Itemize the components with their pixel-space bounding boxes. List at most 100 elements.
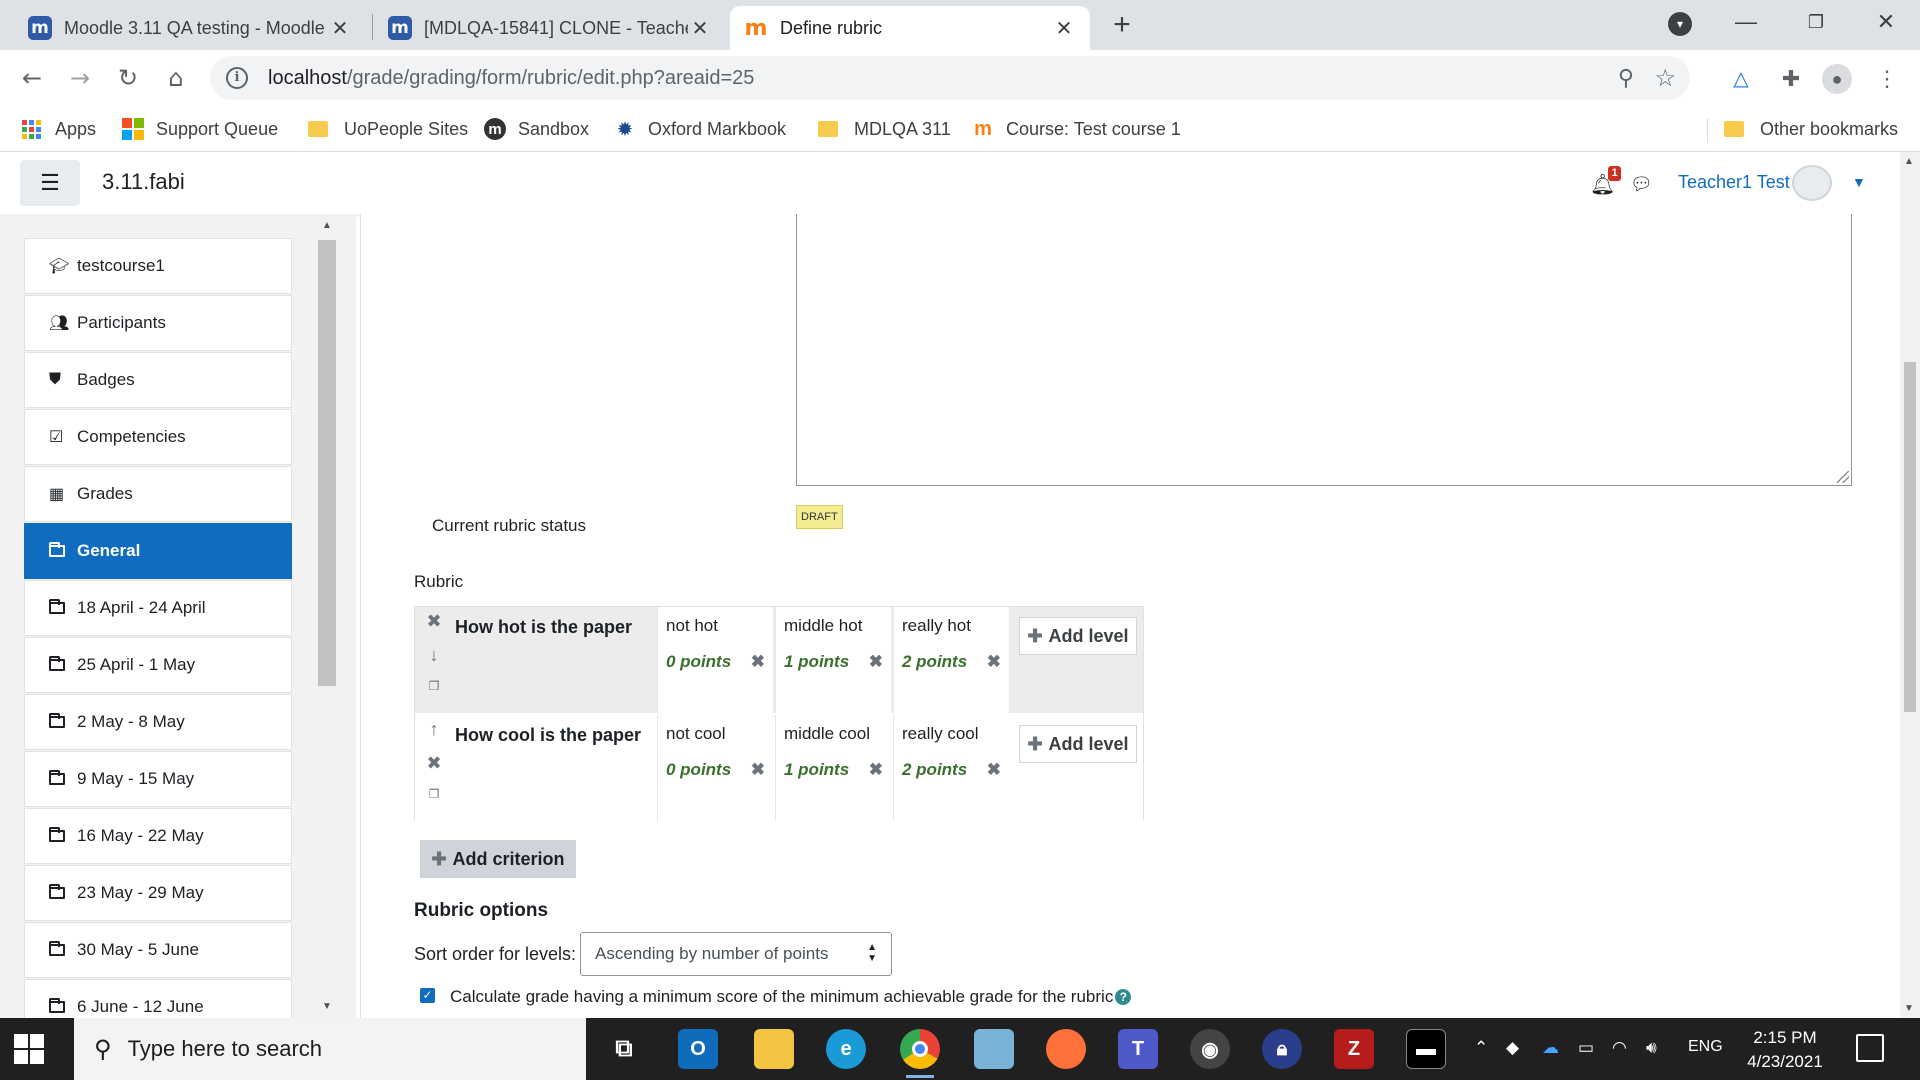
delete-level-icon[interactable]: ✖: [987, 760, 1001, 780]
firefox-icon[interactable]: [1046, 1029, 1086, 1069]
vpn-lock-icon[interactable]: 🔒︎: [1262, 1029, 1302, 1069]
delete-level-icon[interactable]: ✖: [869, 760, 883, 780]
rubric-level[interactable]: not cool 0 points ✖: [657, 715, 773, 821]
rubric-level[interactable]: really cool 2 points ✖: [893, 715, 1009, 821]
level-points[interactable]: 1 points: [784, 652, 849, 672]
tray-chevron-up-icon[interactable]: ⌃: [1474, 1038, 1488, 1058]
level-points[interactable]: 0 points: [666, 760, 731, 780]
delete-criterion-icon[interactable]: ✖: [423, 753, 445, 787]
extensions-puzzle-icon[interactable]: ✚: [1776, 64, 1806, 94]
notification-center-icon[interactable]: [1856, 1034, 1884, 1062]
browser-tab-mdlqa[interactable]: m [MDLQA-15841] CLONE - Teacher ✕: [374, 6, 726, 50]
filezilla-icon[interactable]: Z: [1334, 1029, 1374, 1069]
media-player-icon[interactable]: ◉: [1190, 1029, 1230, 1069]
nav-item-section[interactable]: 18 April - 24 April: [24, 580, 292, 636]
site-info-icon[interactable]: i: [226, 67, 248, 89]
level-definition[interactable]: middle hot: [784, 616, 883, 636]
move-up-icon[interactable]: ↑: [423, 719, 445, 753]
duplicate-criterion-icon[interactable]: ❐: [423, 787, 445, 821]
user-name[interactable]: Teacher1 Test: [1678, 172, 1790, 193]
nav-item-testcourse1[interactable]: 🎓︎ testcourse1: [24, 238, 292, 294]
bookmark-mdlqa-311[interactable]: MDLQA 311: [818, 114, 951, 144]
avatar[interactable]: [1792, 165, 1832, 201]
close-tab-icon[interactable]: ✕: [328, 16, 352, 41]
task-view-icon[interactable]: ⧉: [604, 1029, 644, 1069]
criterion-description[interactable]: How cool is the paper: [455, 715, 657, 821]
hamburger-menu-icon[interactable]: ☰: [20, 160, 80, 206]
nav-item-section[interactable]: 6 June - 12 June: [24, 979, 292, 1018]
language-indicator[interactable]: ENG: [1688, 1038, 1723, 1056]
scroll-down-arrow-icon[interactable]: ▼: [1904, 1003, 1914, 1014]
onedrive-icon[interactable]: ☁: [1542, 1038, 1559, 1058]
messages-icon[interactable]: 💬︎: [1630, 174, 1653, 195]
nav-item-grades[interactable]: ▦ Grades: [24, 466, 292, 522]
close-tab-icon[interactable]: ✕: [1052, 16, 1076, 41]
move-down-icon[interactable]: ↓: [423, 645, 445, 679]
rubric-level[interactable]: middle hot 1 points ✖: [775, 607, 891, 713]
volume-icon[interactable]: 🔊︎: [1646, 1038, 1657, 1058]
zoom-icon[interactable]: ⚲: [1618, 65, 1634, 91]
delete-level-icon[interactable]: ✖: [751, 760, 765, 780]
level-points[interactable]: 1 points: [784, 760, 849, 780]
minimize-icon[interactable]: —: [1716, 0, 1776, 44]
resize-grip-icon[interactable]: [1837, 471, 1849, 483]
level-definition[interactable]: really cool: [902, 724, 1001, 744]
bookmark-star-icon[interactable]: ☆: [1654, 64, 1676, 93]
calc-grade-checkbox[interactable]: ✓: [420, 988, 435, 1003]
back-icon[interactable]: ←: [14, 60, 50, 96]
duplicate-criterion-icon[interactable]: ❐: [423, 679, 445, 713]
rubric-level[interactable]: middle cool 1 points ✖: [775, 715, 891, 821]
level-definition[interactable]: really hot: [902, 616, 1001, 636]
bookmark-oxford-markbook[interactable]: ✹ Oxford Markbook: [614, 114, 786, 144]
bookmark-uopeople-sites[interactable]: UoPeople Sites: [308, 114, 468, 144]
bookmark-course-test-course-1[interactable]: m Course: Test course 1: [972, 114, 1181, 144]
file-explorer-icon[interactable]: [754, 1029, 794, 1069]
add-level-button[interactable]: ✚ Add level: [1019, 725, 1137, 763]
drawer-scrollbar[interactable]: ▲ ▼: [316, 214, 338, 1018]
drive-extension-icon[interactable]: △: [1726, 64, 1756, 94]
nav-item-section[interactable]: 30 May - 5 June: [24, 922, 292, 978]
page-scrollbar[interactable]: ▲ ▼: [1900, 152, 1920, 1018]
user-menu-caret-icon[interactable]: ▼: [1852, 174, 1866, 190]
forward-icon[interactable]: →: [62, 60, 98, 96]
wifi-icon[interactable]: ◠: [1612, 1038, 1627, 1058]
browser-tab-moodle-qa[interactable]: m Moodle 3.11 QA testing - Moodle ✕: [14, 6, 366, 50]
nav-item-section[interactable]: 25 April - 1 May: [24, 637, 292, 693]
bookmark-other-bookmarks[interactable]: Other bookmarks: [1724, 114, 1898, 144]
nav-item-participants[interactable]: 👥︎ Participants: [24, 295, 292, 351]
browser-menu-icon[interactable]: ⋮: [1872, 64, 1902, 94]
level-points[interactable]: 2 points: [902, 760, 967, 780]
scroll-down-arrow-icon[interactable]: ▼: [322, 1001, 332, 1012]
address-bar[interactable]: i localhost/grade/grading/form/rubric/ed…: [210, 56, 1690, 100]
level-points[interactable]: 0 points: [666, 652, 731, 672]
home-icon[interactable]: ⌂: [158, 60, 194, 96]
level-points[interactable]: 2 points: [902, 652, 967, 672]
close-window-icon[interactable]: ✕: [1856, 0, 1916, 44]
close-tab-icon[interactable]: ✕: [688, 16, 712, 41]
taskbar-clock[interactable]: 2:15 PM 4/23/2021: [1730, 1026, 1840, 1074]
nav-item-section[interactable]: 16 May - 22 May: [24, 808, 292, 864]
sort-order-select[interactable]: Ascending by number of points ▲ ▼: [580, 932, 892, 976]
terminal-icon[interactable]: ▬: [1406, 1029, 1446, 1069]
level-definition[interactable]: middle cool: [784, 724, 883, 744]
description-editor[interactable]: [796, 214, 1852, 486]
new-tab-button[interactable]: +: [1106, 6, 1138, 44]
nav-item-badges[interactable]: ⛊ Badges: [24, 352, 292, 408]
bookmark-sandbox[interactable]: m Sandbox: [484, 114, 589, 144]
scroll-up-arrow-icon[interactable]: ▲: [1904, 156, 1914, 167]
restore-icon[interactable]: ❐: [1786, 0, 1846, 44]
teams-icon[interactable]: T: [1118, 1029, 1158, 1069]
reload-icon[interactable]: ↻: [110, 60, 146, 96]
chrome-icon[interactable]: [900, 1029, 940, 1078]
scroll-up-arrow-icon[interactable]: ▲: [322, 220, 332, 231]
site-name[interactable]: 3.11.fabi: [102, 169, 185, 195]
delete-criterion-icon[interactable]: ✖: [423, 611, 445, 645]
rubric-level[interactable]: not hot 0 points ✖: [657, 607, 773, 713]
edge-icon[interactable]: e: [826, 1029, 866, 1069]
nav-item-section[interactable]: 2 May - 8 May: [24, 694, 292, 750]
delete-level-icon[interactable]: ✖: [869, 652, 883, 672]
profile-icon[interactable]: ●: [1822, 64, 1852, 94]
add-level-button[interactable]: ✚ Add level: [1019, 617, 1137, 655]
delete-level-icon[interactable]: ✖: [987, 652, 1001, 672]
nav-item-section[interactable]: 9 May - 15 May: [24, 751, 292, 807]
